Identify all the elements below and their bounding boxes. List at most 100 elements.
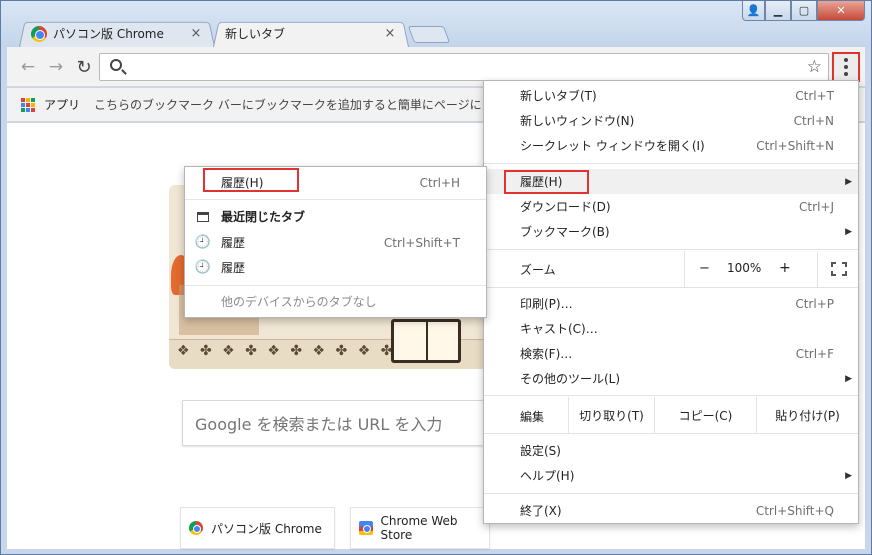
user-icon[interactable]: 👤 — [742, 1, 765, 21]
submenu-arrow-icon: ▶ — [845, 470, 852, 481]
title-bar: パソコン版 Chrome × 新しいタブ × 👤 ▁ ▢ ✕ — [1, 1, 871, 47]
tab-label: パソコン版 Chrome — [53, 27, 164, 41]
fullscreen-button[interactable] — [817, 251, 859, 287]
zoom-value: 100% — [727, 261, 762, 275]
web-store-icon — [359, 521, 373, 535]
history-item-label: 履歴 — [221, 261, 246, 275]
cut-button[interactable]: 切り取り(T) — [568, 397, 654, 433]
menu-label: ダウンロード(D) — [520, 200, 611, 214]
recent-history-item[interactable]: 🕘 履歴 Ctrl+Shift+T — [185, 230, 486, 255]
edit-label: 編集 — [520, 410, 545, 424]
menu-item-help[interactable]: ヘルプ(H) ▶ — [484, 463, 858, 488]
recently-closed-header: 最近閉じたタブ — [185, 204, 486, 229]
reload-icon[interactable]: ↻ — [73, 56, 95, 78]
divider — [185, 199, 486, 200]
menu-label: その他のツール(L) — [520, 372, 621, 386]
address-bar[interactable]: ☆ — [99, 53, 829, 81]
chrome-icon — [189, 521, 203, 535]
menu-label: 印刷(P)… — [520, 297, 573, 311]
submenu-arrow-icon: ▶ — [845, 226, 852, 237]
divider — [484, 249, 858, 250]
shortcut-label: Ctrl+Shift+T — [383, 235, 460, 250]
apps-grid-icon[interactable] — [21, 97, 35, 112]
menu-dot-icon — [844, 58, 848, 62]
menu-label: キャスト(C)… — [520, 322, 598, 336]
no-other-devices-text: 他のデバイスからのタブなし — [185, 289, 486, 314]
menu-item-exit[interactable]: 終了(X) Ctrl+Shift+Q — [484, 498, 858, 523]
maximize-button[interactable]: ▢ — [791, 1, 817, 21]
fullscreen-icon — [830, 262, 847, 276]
history-submenu: 履歴(H) Ctrl+H 最近閉じたタブ 🕘 履歴 Ctrl+Shift+T 🕘… — [184, 166, 487, 318]
shortcut-label: Ctrl+H — [419, 175, 460, 190]
chrome-main-menu: 新しいタブ(T) Ctrl+T 新しいウィンドウ(N) Ctrl+N シークレッ… — [483, 80, 859, 524]
shortcut-label: Ctrl+J — [799, 199, 834, 214]
paste-button[interactable]: 貼り付け(P) — [756, 397, 858, 433]
highlight-box — [504, 170, 589, 194]
shortcut-label: Ctrl+Shift+Q — [755, 503, 834, 518]
menu-item-settings[interactable]: 設定(S) — [484, 438, 858, 463]
menu-item-new-tab[interactable]: 新しいタブ(T) Ctrl+T — [484, 83, 858, 108]
menu-item-bookmarks[interactable]: ブックマーク(B) ▶ — [484, 219, 858, 244]
new-tab-button[interactable] — [407, 26, 451, 43]
zoom-label: ズーム — [520, 262, 556, 277]
menu-label: 設定(S) — [520, 444, 561, 458]
window-icon — [196, 210, 210, 224]
menu-label: 新しいタブ(T) — [520, 89, 597, 103]
divider — [484, 163, 858, 164]
forward-icon[interactable]: → — [45, 56, 67, 78]
chrome-menu-button[interactable] — [832, 52, 860, 82]
history-clock-icon: 🕘 — [194, 235, 212, 250]
tab-pc-chrome[interactable]: パソコン版 Chrome × — [19, 20, 215, 47]
zoom-controls: − 100% + — [684, 251, 858, 287]
no-devices-label: 他のデバイスからのタブなし — [221, 295, 377, 309]
menu-item-new-window[interactable]: 新しいウィンドウ(N) Ctrl+N — [484, 108, 858, 133]
history-clock-icon: 🕘 — [194, 260, 212, 275]
apps-link[interactable]: アプリ — [44, 96, 80, 113]
shortcut-label: Ctrl+F — [795, 346, 834, 361]
menu-item-incognito[interactable]: シークレット ウィンドウを開く(I) Ctrl+Shift+N — [484, 133, 858, 158]
menu-label: 検索(F)… — [520, 347, 573, 361]
chrome-icon — [31, 25, 47, 42]
book-graphic — [391, 319, 461, 363]
tab-close-icon[interactable]: × — [383, 26, 397, 41]
tab-label: 新しいタブ — [225, 27, 286, 41]
shortcut-label: Ctrl+T — [795, 88, 834, 103]
tab-close-icon[interactable]: × — [189, 26, 203, 41]
divider — [185, 285, 486, 286]
google-search-input[interactable]: Google を検索または URL を入力 — [182, 400, 492, 446]
copy-button[interactable]: コピー(C) — [654, 397, 756, 433]
bookmark-star-icon[interactable]: ☆ — [807, 57, 822, 77]
zoom-out-button[interactable]: − — [699, 261, 710, 276]
menu-item-cast[interactable]: キャスト(C)… — [484, 316, 858, 341]
tile-label: Chrome Web Store — [380, 514, 458, 542]
back-icon[interactable]: ← — [17, 56, 39, 78]
shortcut-label: Ctrl+N — [793, 113, 834, 128]
minimize-button[interactable]: ▁ — [765, 1, 791, 21]
shortcut-label: Ctrl+P — [795, 296, 834, 311]
close-window-button[interactable]: ✕ — [817, 1, 865, 21]
tile-label: パソコン版 Chrome — [211, 521, 322, 536]
most-visited-tile[interactable]: パソコン版 Chrome — [180, 507, 335, 549]
most-visited-tile[interactable]: Chrome Web Store — [350, 507, 490, 549]
tab-new-tab[interactable]: 新しいタブ × — [213, 20, 409, 47]
recently-closed-label: 最近閉じたタブ — [221, 210, 306, 224]
menu-dot-icon — [844, 72, 848, 76]
divider — [484, 493, 858, 494]
divider — [484, 433, 858, 434]
submenu-arrow-icon: ▶ — [845, 373, 852, 384]
menu-label: 新しいウィンドウ(N) — [520, 114, 635, 128]
search-icon — [110, 59, 122, 71]
menu-label: 終了(X) — [520, 504, 562, 518]
shortcut-label: Ctrl+Shift+N — [756, 138, 834, 153]
divider — [484, 395, 858, 396]
menu-item-downloads[interactable]: ダウンロード(D) Ctrl+J — [484, 194, 858, 219]
menu-item-more-tools[interactable]: その他のツール(L) ▶ — [484, 366, 858, 391]
menu-item-print[interactable]: 印刷(P)… Ctrl+P — [484, 291, 858, 316]
highlight-box — [203, 168, 299, 192]
menu-item-find[interactable]: 検索(F)… Ctrl+F — [484, 341, 858, 366]
recent-history-item[interactable]: 🕘 履歴 — [185, 255, 486, 280]
doodle-ornament: ❖ ✤ ❖ ✤ ❖ ✤ ❖ ✤ ❖ ✤ ❖ — [177, 343, 419, 359]
history-item-label: 履歴 — [221, 236, 246, 250]
menu-label: ヘルプ(H) — [520, 469, 575, 483]
zoom-in-button[interactable]: + — [779, 260, 791, 276]
